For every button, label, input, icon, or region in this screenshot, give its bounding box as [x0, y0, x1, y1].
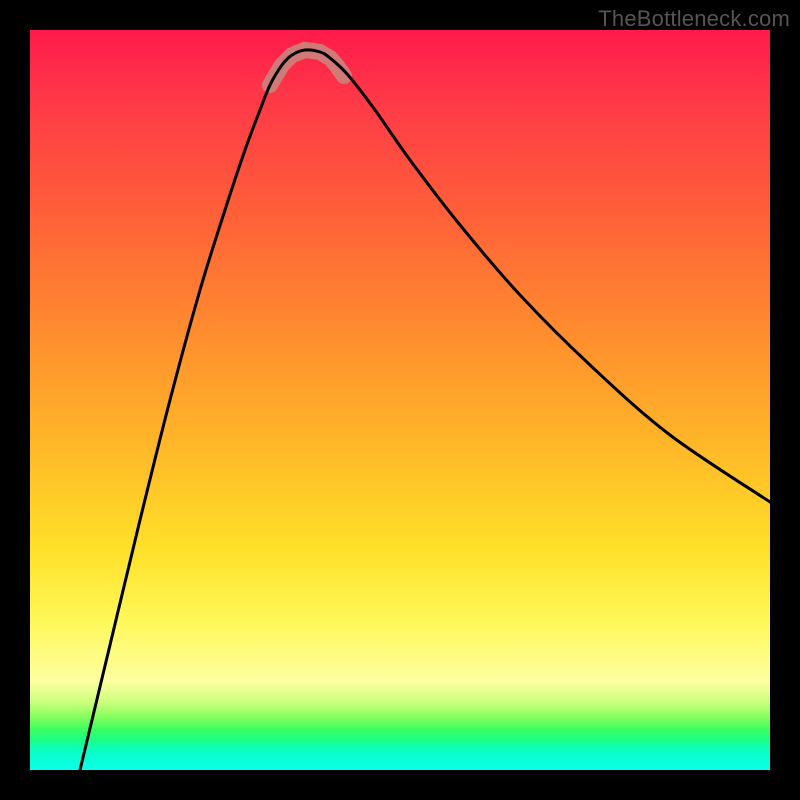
chart-frame: TheBottleneck.com	[0, 0, 800, 800]
curve-svg	[30, 30, 770, 770]
bottleneck-curve	[80, 50, 770, 770]
plot-area	[30, 30, 770, 770]
watermark-text: TheBottleneck.com	[598, 6, 790, 32]
